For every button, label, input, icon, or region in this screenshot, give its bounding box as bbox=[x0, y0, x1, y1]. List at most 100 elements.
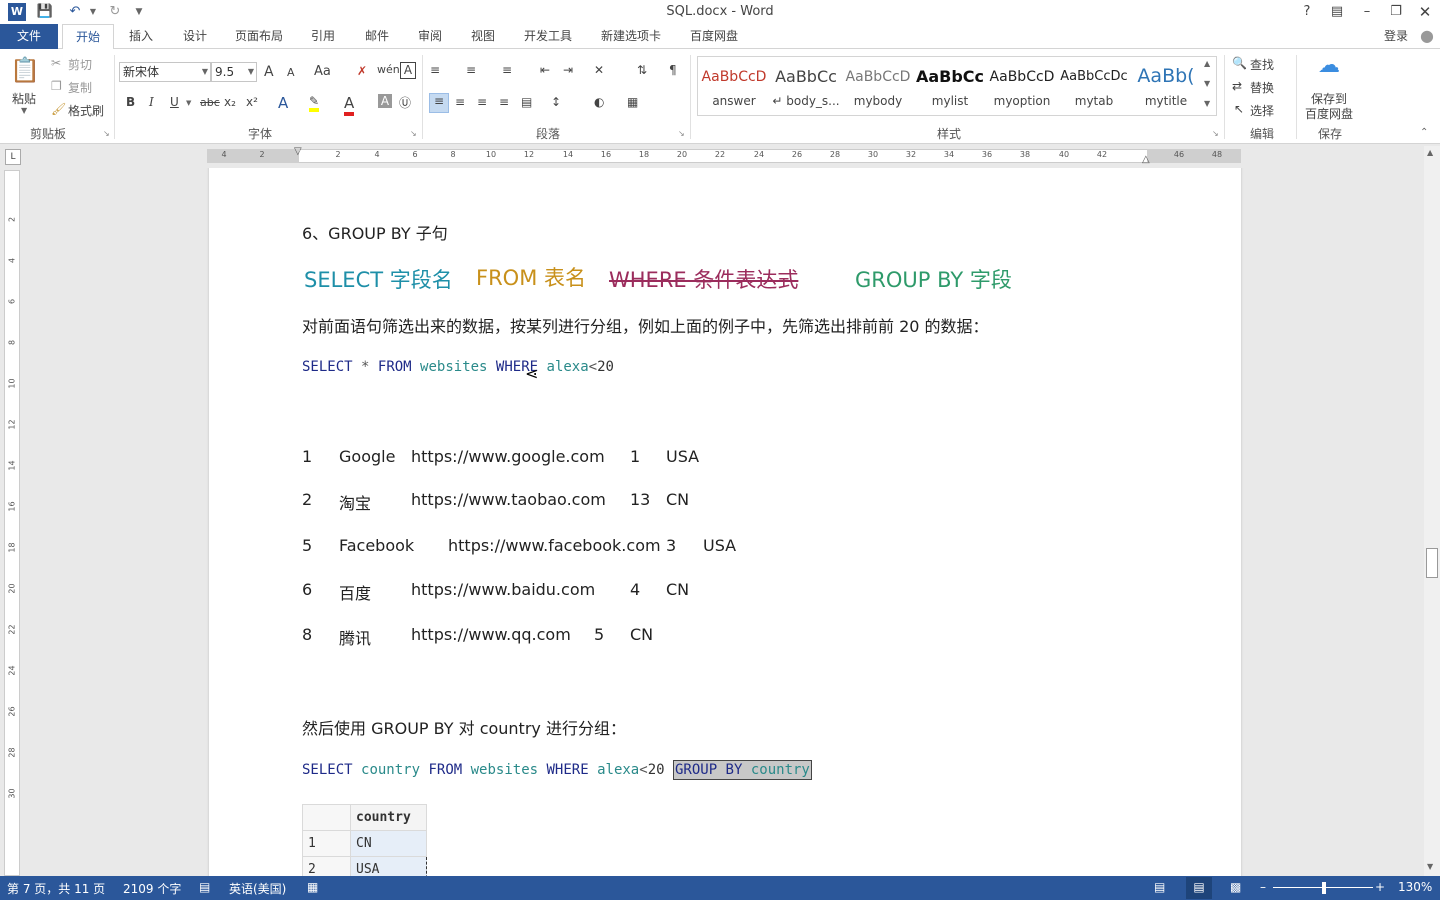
decrease-indent-icon[interactable]: ⇤ bbox=[540, 63, 550, 77]
find-icon[interactable]: 🔍 bbox=[1232, 56, 1247, 70]
underline-dropdown-icon[interactable]: ▼ bbox=[186, 99, 191, 107]
cut-button[interactable]: 剪切 bbox=[68, 56, 92, 73]
highlight-icon[interactable]: ✎ bbox=[309, 94, 320, 112]
underline-button[interactable]: U bbox=[170, 95, 179, 109]
scrollbar-thumb[interactable] bbox=[1426, 548, 1438, 578]
styles-launcher-icon[interactable]: ↘ bbox=[1212, 129, 1219, 138]
tab-mailings[interactable]: 邮件 bbox=[354, 24, 400, 49]
collapse-ribbon-icon[interactable]: ⌃ bbox=[1420, 127, 1428, 138]
asian-layout-icon[interactable]: ✕ bbox=[594, 63, 604, 77]
tab-home[interactable]: 开始 bbox=[62, 24, 114, 50]
print-layout-icon[interactable]: ▤ bbox=[1186, 877, 1212, 899]
justify-icon[interactable]: ≡ bbox=[499, 95, 509, 109]
char-shading-icon[interactable]: A bbox=[378, 94, 392, 108]
paragraph-launcher-icon[interactable]: ↘ bbox=[678, 129, 685, 138]
scroll-down-icon[interactable]: ▼ bbox=[1427, 862, 1433, 871]
vertical-scrollbar[interactable]: ▲ ▼ bbox=[1424, 146, 1440, 876]
style-mytitle[interactable]: AaBb(mytitle bbox=[1130, 57, 1202, 115]
style-answer[interactable]: AaBbCcD answer bbox=[698, 57, 770, 115]
close-icon[interactable]: ✕ bbox=[1414, 2, 1436, 22]
align-center-icon[interactable]: ≡ bbox=[455, 95, 465, 109]
char-border-icon[interactable]: A bbox=[400, 62, 416, 79]
tab-view[interactable]: 视图 bbox=[460, 24, 506, 49]
style-mybody[interactable]: AaBbCcD mybody bbox=[842, 57, 914, 115]
format-painter-button[interactable]: 格式刷 bbox=[68, 102, 104, 119]
numbering-icon[interactable]: ≡ bbox=[466, 63, 476, 77]
copy-icon[interactable]: ❐ bbox=[51, 79, 62, 93]
paste-dropdown-icon[interactable]: ▼ bbox=[21, 106, 27, 115]
line-spacing-icon[interactable]: ↕ bbox=[551, 95, 561, 109]
word-count[interactable]: 2109 个字 bbox=[123, 880, 181, 897]
font-color-button[interactable]: A bbox=[344, 94, 355, 116]
grow-font-button[interactable]: A bbox=[264, 64, 274, 80]
document-page[interactable]: 6、GROUP BY 子句 SELECT 字段名 FROM 表名 WHERE 条… bbox=[209, 168, 1241, 876]
tab-references[interactable]: 引用 bbox=[300, 24, 346, 49]
superscript-button[interactable]: x² bbox=[246, 95, 258, 109]
styles-scroll-up-icon[interactable]: ▲ bbox=[1204, 59, 1210, 68]
vertical-ruler[interactable]: 2 4 6 8 10 12 14 16 18 20 22 24 26 28 30 bbox=[4, 170, 20, 876]
clipboard-launcher-icon[interactable]: ↘ bbox=[103, 129, 110, 138]
show-marks-icon[interactable]: ¶ bbox=[669, 63, 677, 77]
web-layout-icon[interactable]: ▩ bbox=[1230, 880, 1241, 894]
baidu-cloud-icon[interactable]: ☁ bbox=[1314, 55, 1344, 83]
minimize-icon[interactable]: – bbox=[1356, 2, 1378, 22]
paste-icon[interactable]: 📋 bbox=[10, 55, 40, 85]
select-icon[interactable]: ↖ bbox=[1234, 102, 1244, 116]
help-icon[interactable]: ? bbox=[1296, 2, 1318, 22]
shading-icon[interactable]: ◐ bbox=[594, 95, 604, 109]
bullets-icon[interactable]: ≡ bbox=[430, 63, 440, 77]
zoom-out-icon[interactable]: – bbox=[1260, 880, 1266, 894]
right-indent-marker[interactable]: △ bbox=[1142, 154, 1150, 165]
enclose-char-icon[interactable]: Ⓤ bbox=[399, 94, 411, 111]
multilevel-list-icon[interactable]: ≡ bbox=[502, 63, 512, 77]
copy-button[interactable]: 复制 bbox=[68, 79, 92, 96]
cut-icon[interactable]: ✂ bbox=[51, 56, 61, 70]
style-myoption[interactable]: AaBbCcD myoption bbox=[986, 57, 1058, 115]
grid-cell[interactable]: CN bbox=[350, 830, 427, 857]
macro-record-icon[interactable]: ▦ bbox=[307, 880, 318, 894]
font-size-combo[interactable]: 9.5 ▼ bbox=[211, 62, 257, 82]
read-mode-icon[interactable]: ▤ bbox=[1154, 880, 1165, 894]
replace-button[interactable]: 替换 bbox=[1250, 79, 1274, 96]
style-body[interactable]: AaBbCc ↵ body_s... bbox=[770, 57, 842, 115]
distributed-icon[interactable]: ▤ bbox=[521, 95, 532, 109]
select-button[interactable]: 选择 bbox=[1250, 102, 1274, 119]
zoom-in-icon[interactable]: + bbox=[1375, 880, 1385, 894]
borders-icon[interactable]: ▦ bbox=[627, 95, 638, 109]
tab-file[interactable]: 文件 bbox=[0, 24, 58, 49]
clear-format-icon[interactable]: ✗ bbox=[357, 64, 367, 78]
change-case-button[interactable]: Aa bbox=[314, 64, 331, 79]
format-painter-icon[interactable]: 🖌 bbox=[51, 102, 66, 116]
replace-icon[interactable]: ⇄ bbox=[1232, 79, 1242, 93]
grid-cell[interactable]: USA bbox=[350, 856, 427, 876]
style-mytab[interactable]: AaBbCcDc mytab bbox=[1058, 57, 1130, 115]
subscript-button[interactable]: x₂ bbox=[224, 95, 236, 109]
ribbon-display-options-icon[interactable]: ▤ bbox=[1326, 2, 1348, 22]
document-area[interactable]: 6、GROUP BY 子句 SELECT 字段名 FROM 表名 WHERE 条… bbox=[22, 168, 1422, 876]
italic-button[interactable]: I bbox=[149, 95, 154, 109]
language[interactable]: 英语(美国) bbox=[229, 880, 286, 897]
proofing-icon[interactable]: ▤ bbox=[199, 880, 210, 894]
shrink-font-button[interactable]: A bbox=[287, 66, 295, 79]
indent-marker[interactable]: ▽ bbox=[294, 146, 302, 157]
page-count[interactable]: 第 7 页，共 11 页 bbox=[7, 880, 105, 897]
zoom-level[interactable]: 130% bbox=[1398, 880, 1432, 894]
tab-new[interactable]: 新建选项卡 bbox=[592, 24, 670, 49]
text-effects-icon[interactable]: A bbox=[278, 94, 288, 112]
tab-insert[interactable]: 插入 bbox=[118, 24, 164, 49]
tab-developer[interactable]: 开发工具 bbox=[514, 24, 582, 49]
styles-scroll-down-icon[interactable]: ▼ bbox=[1204, 79, 1210, 88]
restore-icon[interactable]: ❐ bbox=[1385, 2, 1407, 22]
login-link[interactable]: 登录 bbox=[1378, 24, 1414, 49]
horizontal-ruler[interactable]: L 4 2 2 4 6 8 10 12 14 16 18 20 22 24 26 28 30 32 34 36 38 40… bbox=[0, 144, 1440, 168]
save-to-baidu-line2[interactable]: 百度网盘 bbox=[1305, 105, 1353, 122]
sort-icon[interactable]: ⇅ bbox=[637, 63, 647, 77]
find-button[interactable]: 查找 bbox=[1250, 56, 1274, 73]
tab-review[interactable]: 审阅 bbox=[407, 24, 453, 49]
tab-selector[interactable]: L bbox=[5, 149, 21, 165]
increase-indent-icon[interactable]: ⇥ bbox=[563, 63, 573, 77]
phonetic-guide-icon[interactable]: wén bbox=[377, 63, 400, 76]
tab-design[interactable]: 设计 bbox=[172, 24, 218, 49]
align-right-icon[interactable]: ≡ bbox=[477, 95, 487, 109]
font-name-combo[interactable]: 新宋体 ▼ bbox=[119, 62, 211, 82]
